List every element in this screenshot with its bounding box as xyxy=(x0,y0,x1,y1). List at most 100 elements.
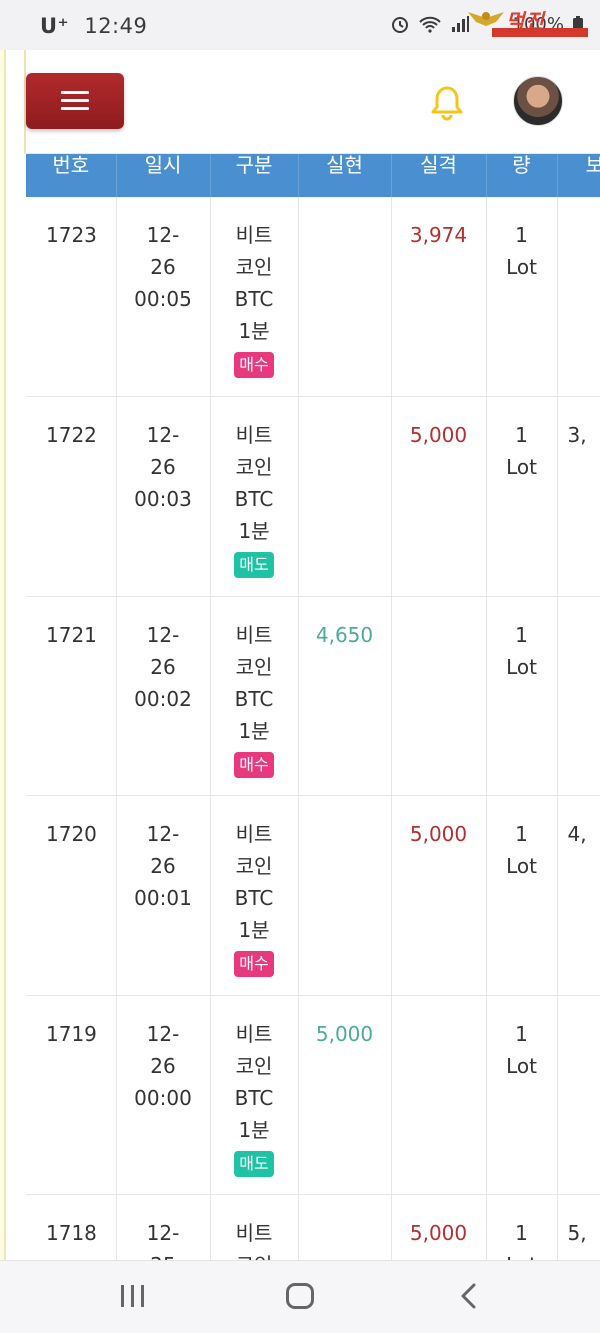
bell-icon[interactable] xyxy=(429,84,465,122)
recents-icon[interactable] xyxy=(120,1285,146,1307)
datetime-line: 00:02 xyxy=(134,686,192,711)
cell-type: 비트 코인 BTC 1분 매수 xyxy=(210,596,299,796)
status-icons xyxy=(390,14,470,34)
type-line: 코인 xyxy=(211,1249,298,1260)
type-line: 코인 xyxy=(235,854,273,878)
datetime-line: 00:03 xyxy=(134,487,192,511)
column-header[interactable]: 일시 xyxy=(116,154,211,197)
type-line: 코인 xyxy=(235,255,273,279)
cell-realized xyxy=(298,1194,392,1260)
home-icon[interactable] xyxy=(286,1283,314,1309)
quantity-unit: Lot xyxy=(506,255,537,279)
quantity-value: 1 xyxy=(515,822,528,846)
type-line: 비트 xyxy=(235,1021,273,1046)
cell-realized xyxy=(298,197,392,397)
system-nav-bar xyxy=(0,1260,600,1333)
table-row[interactable]: 1723 12- 26 00:05 비트 코인 BTC 1분 매수 3,974 1 Lot xyxy=(26,197,600,397)
side-badge: 매수 xyxy=(234,352,274,378)
back-icon[interactable] xyxy=(458,1283,480,1309)
quantity-unit: Lot xyxy=(506,854,537,878)
type-line: 비트 xyxy=(235,423,273,447)
table-row[interactable]: 171812-25비트코인5,0001Lot5, xyxy=(26,1194,600,1260)
cell-datetime: 12- 26 00:05 xyxy=(116,197,211,397)
table-row[interactable]: 1720 12- 26 00:01 비트 코인 BTC 1분 매수 5,000 1 Lot 4, xyxy=(26,795,600,996)
type-line: 비트 xyxy=(235,822,273,846)
cell-actual xyxy=(391,596,487,796)
type-line: 비트 xyxy=(235,622,273,647)
quantity-unit: Lot xyxy=(506,654,537,679)
datetime-line: 26 xyxy=(150,654,176,679)
cell-datetime: 12- 26 00:01 xyxy=(116,795,211,996)
datetime-line: 00:00 xyxy=(134,1085,192,1110)
column-header[interactable]: 구분 xyxy=(210,154,299,197)
type-line: BTC xyxy=(234,886,274,910)
cell-actual: 3,974 xyxy=(391,197,487,397)
status-left: U⁺ 12:49 xyxy=(40,14,147,38)
side-badge: 매도 xyxy=(234,1150,274,1177)
type-line: 1분 xyxy=(238,718,270,743)
quantity-value: 1 xyxy=(515,223,528,247)
menu-button[interactable] xyxy=(26,73,124,129)
cell-quantity: 1 Lot xyxy=(486,1194,558,1260)
cell-quantity: 1 Lot xyxy=(486,795,558,996)
cell-quantity: 1 Lot xyxy=(486,596,558,796)
table-row[interactable]: 1722 12- 26 00:03 비트 코인 BTC 1분 매도 5,000 1 Lot 3, xyxy=(26,396,600,597)
datetime-line: 12- xyxy=(146,1221,180,1245)
column-header[interactable]: 량 xyxy=(486,154,558,197)
quantity-value: 1 xyxy=(515,1021,528,1046)
side-accent-line xyxy=(0,50,6,1260)
cell-datetime: 12-25 xyxy=(116,1194,211,1260)
type-line: 1분 xyxy=(238,918,270,942)
table-header-row: 번호 일시 구분 실현 실격 량 보 xyxy=(26,154,600,197)
table-body: 1723 12- 26 00:05 비트 코인 BTC 1분 매수 3,974 1 Lot 1722 12… xyxy=(26,197,600,1260)
type-line: 코인 xyxy=(235,654,273,679)
quantity-unit: Lot xyxy=(506,455,537,479)
cell-actual: 5,000 xyxy=(391,795,487,996)
cell-number: 1718 xyxy=(26,1194,117,1260)
side-badge: 매도 xyxy=(234,552,274,578)
cell-datetime: 12- 26 00:02 xyxy=(116,596,211,796)
cell-datetime: 12- 26 00:00 xyxy=(116,995,211,1195)
type-line: 1분 xyxy=(238,319,270,343)
table-row[interactable]: 1721 12- 26 00:02 비트 코인 BTC 1분 매수 4,650 1 Lot xyxy=(26,596,600,796)
quantity-value: 1 xyxy=(515,1221,528,1245)
trade-table-container: 번호 일시 구분 실현 실격 량 보 172312-2600:05비트코인BTC… xyxy=(26,154,600,1260)
trade-table: 번호 일시 구분 실현 실격 량 보 172312-2600:05비트코인BTC… xyxy=(26,154,600,1260)
cell-realized xyxy=(298,795,392,996)
table-row[interactable]: 1719 12- 26 00:00 비트 코인 BTC 1분 매도 5,000 1 Lot xyxy=(26,995,600,1195)
type-line: 비트 xyxy=(235,223,273,247)
wifi-icon xyxy=(419,16,441,33)
cell-type: 비트 코인 BTC 1분 매도 xyxy=(210,995,299,1195)
type-line: 비트 xyxy=(235,1221,273,1245)
quantity-unit: Lot xyxy=(487,1249,557,1260)
cell-partial xyxy=(557,197,600,397)
logo-banner xyxy=(492,28,588,37)
cell-realized xyxy=(298,396,392,597)
datetime-line: 26 xyxy=(150,255,176,279)
type-line: 코인 xyxy=(235,1053,273,1078)
status-bar: U⁺ 12:49 100% 먹진 xyxy=(0,0,600,50)
avatar[interactable] xyxy=(513,76,563,126)
datetime-line: 26 xyxy=(150,455,176,479)
hamburger-icon xyxy=(61,91,89,94)
datetime-line: 12- xyxy=(146,822,180,846)
column-header[interactable]: 보 xyxy=(557,154,600,197)
cell-number: 1719 xyxy=(26,995,117,1195)
cell-partial: 5, xyxy=(557,1194,600,1260)
cell-number: 1722 xyxy=(26,396,117,597)
cell-partial xyxy=(557,995,600,1195)
column-header[interactable]: 실격 xyxy=(391,154,487,197)
hamburger-icon-line xyxy=(61,99,89,102)
cell-quantity: 1 Lot xyxy=(486,197,558,397)
type-line: BTC xyxy=(234,686,274,711)
column-header[interactable]: 번호 xyxy=(26,154,117,197)
type-line: 코인 xyxy=(235,455,273,479)
cell-number: 1721 xyxy=(26,596,117,796)
cell-datetime: 12- 26 00:03 xyxy=(116,396,211,597)
carrier-label: U⁺ xyxy=(40,14,70,38)
quantity-value: 1 xyxy=(515,622,528,647)
clock: 12:49 xyxy=(84,14,148,38)
cell-realized: 5,000 xyxy=(298,995,392,1195)
cell-number: 1723 xyxy=(26,197,117,397)
column-header[interactable]: 실현 xyxy=(298,154,392,197)
